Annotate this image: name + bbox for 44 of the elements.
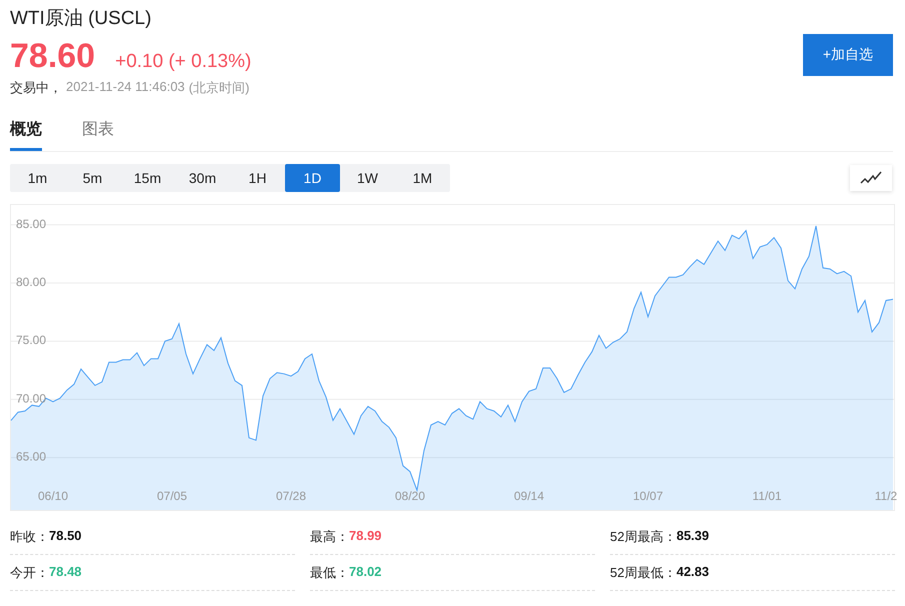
y-axis-label: 80.00 bbox=[16, 275, 46, 289]
timestamp: 2021-11-24 11:46:03 bbox=[66, 79, 185, 96]
stat-label: 最高： bbox=[310, 528, 349, 546]
stat-label: 昨收： bbox=[10, 528, 49, 546]
stat-value: 85.39 bbox=[676, 528, 710, 545]
stat-label: 今开： bbox=[10, 564, 49, 582]
x-axis-label: 07/05 bbox=[156, 489, 188, 503]
x-axis-label: 08/20 bbox=[394, 489, 426, 503]
x-axis-label: 07/28 bbox=[276, 489, 306, 503]
interval-button[interactable]: 5m bbox=[65, 164, 120, 192]
x-axis-label: 10/07 bbox=[632, 489, 664, 503]
interval-button[interactable]: 1D bbox=[285, 164, 340, 192]
interval-button[interactable]: 1M bbox=[395, 164, 450, 192]
trading-status: 交易中， bbox=[10, 79, 62, 97]
instrument-title: WTI原油 (USCL) bbox=[10, 7, 152, 31]
interval-button[interactable]: 1m bbox=[10, 164, 65, 192]
x-axis-label: 06/10 bbox=[38, 489, 68, 503]
interval-button[interactable]: 1W bbox=[340, 164, 395, 192]
stat-value: 42.83 bbox=[676, 564, 710, 581]
stat-value: 78.02 bbox=[349, 564, 382, 581]
y-axis-label: 65.00 bbox=[16, 450, 46, 464]
x-axis-label: 09/14 bbox=[514, 489, 544, 503]
tab[interactable]: 图表 bbox=[82, 119, 114, 151]
stat-label: 最低： bbox=[310, 564, 349, 582]
add-watchlist-button[interactable]: +加自选 bbox=[803, 34, 893, 76]
y-axis-label: 75.00 bbox=[16, 333, 46, 348]
interval-button[interactable]: 15m bbox=[120, 164, 175, 192]
y-axis-label: 70.00 bbox=[16, 391, 46, 406]
chart-type-button[interactable] bbox=[850, 165, 892, 191]
stat-value: 78.99 bbox=[349, 528, 382, 545]
line-chart-icon bbox=[860, 171, 882, 185]
timezone: (北京时间) bbox=[188, 79, 250, 97]
stat-value: 78.48 bbox=[49, 564, 82, 581]
x-axis-label: 11/2 bbox=[874, 489, 898, 503]
price-change: +0.10 (+ 0.13%) bbox=[115, 51, 252, 73]
price: 78.60 bbox=[10, 37, 96, 75]
tab[interactable]: 概览 bbox=[10, 119, 42, 151]
y-axis-label: 85.00 bbox=[16, 216, 46, 231]
interval-button[interactable]: 30m bbox=[175, 164, 230, 192]
x-axis-label: 11/01 bbox=[752, 489, 782, 503]
stat-value: 78.50 bbox=[49, 528, 82, 545]
stat-label: 52周最高： bbox=[610, 528, 676, 546]
interval-button[interactable]: 1H bbox=[230, 164, 285, 192]
stat-label: 52周最低： bbox=[610, 564, 676, 582]
